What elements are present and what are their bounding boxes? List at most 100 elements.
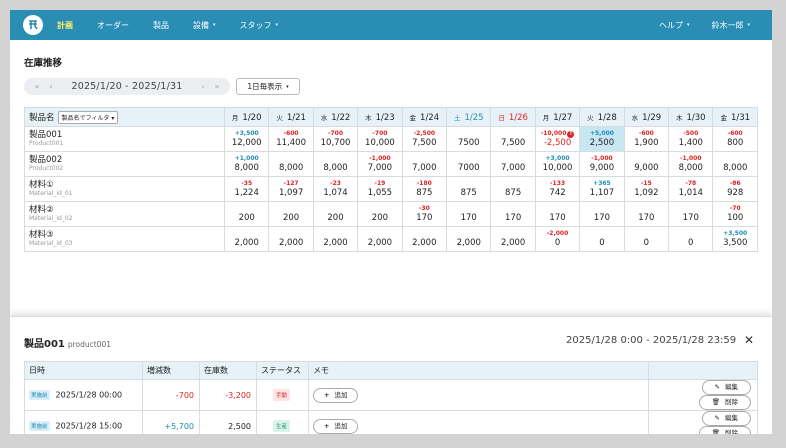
logo-icon[interactable]	[23, 15, 43, 35]
stock-cell[interactable]: -600 1,900	[623, 126, 670, 152]
stock-cell[interactable]: 170	[623, 201, 670, 227]
stock-cell[interactable]: +5,000 2,500	[579, 126, 625, 152]
add-memo-button[interactable]: + 追加	[313, 387, 359, 403]
stock-cell[interactable]: 200	[268, 201, 314, 227]
stock-cell[interactable]: 2,000	[357, 226, 403, 252]
stock-cell[interactable]: 9,000	[623, 151, 670, 177]
first-page-icon[interactable]: «	[30, 82, 44, 91]
stock-cell[interactable]: -2,500 7,500	[401, 126, 448, 152]
stock-cell[interactable]: 200	[223, 201, 270, 227]
inventory-header-row: 製品名 製品名でフィルタ ▾ 月 1/20 火 1/21 水 1/22 木 1/23 金 1/24 土…	[24, 107, 758, 127]
stock-cell[interactable]: +3,500 12,000	[223, 126, 270, 152]
day-column-header: 日 1/26	[490, 107, 536, 127]
stock-cell[interactable]: -86 928	[712, 176, 758, 202]
nav-equipment[interactable]: 設備 ▾	[193, 20, 216, 31]
nav-product[interactable]: 製品	[153, 20, 169, 31]
stock-cell[interactable]: 0	[623, 226, 670, 252]
nav-help[interactable]: ヘルプ ▾	[659, 20, 690, 31]
pencil-icon: ✎	[714, 383, 720, 391]
stock-cell[interactable]: 7,000	[401, 151, 448, 177]
stock-cell[interactable]: 0	[668, 226, 714, 252]
stock-cell[interactable]: -1,000 8,000	[668, 151, 714, 177]
stock-cell[interactable]: -500 1,400	[668, 126, 714, 152]
stock-cell[interactable]: -23 1,074	[312, 176, 359, 202]
weekday-label: 水	[320, 113, 328, 122]
stock-cell[interactable]: -15 1,092	[623, 176, 670, 202]
stock-cell[interactable]: -2,000 0	[534, 226, 581, 252]
add-memo-button[interactable]: + 追加	[313, 418, 359, 434]
stock-cell[interactable]: -1,000 7,000	[357, 151, 403, 177]
stock-cell[interactable]: 875	[490, 176, 536, 202]
stock-cell[interactable]: 7000	[446, 151, 492, 177]
stock-cell[interactable]: -78 1,014	[668, 176, 714, 202]
stock-cell[interactable]: 8,000	[268, 151, 314, 177]
weekday-label: 木	[675, 113, 683, 122]
stock-cell[interactable]: -10,000! -2,500	[534, 126, 581, 152]
stock-cell[interactable]: -600 11,400	[268, 126, 314, 152]
stock-cell[interactable]: 2,000	[268, 226, 314, 252]
delta-text: -700	[328, 129, 344, 137]
day-column-header: 土 1/25	[446, 107, 492, 127]
stock-cell[interactable]: 2,000	[446, 226, 492, 252]
stock-cell[interactable]: -19 1,055	[357, 176, 403, 202]
top-nav: 計画 オーダー 製品 設備 ▾ スタッフ ▾ ヘルプ ▾ 鈴木一郎 ▾	[10, 10, 772, 40]
stock-cell[interactable]: 170	[534, 201, 581, 227]
stock-cell[interactable]: 170	[490, 201, 536, 227]
stock-cell[interactable]: 875	[446, 176, 492, 202]
stock-cell[interactable]: 2,000	[223, 226, 270, 252]
edit-button[interactable]: ✎ 編集	[701, 411, 751, 426]
edit-label: 編集	[725, 383, 738, 391]
stock-cell[interactable]: -30 170	[401, 201, 448, 227]
product-filter-select[interactable]: 製品名でフィルタ ▾	[57, 110, 119, 124]
day-column-header: 火 1/28	[579, 107, 625, 127]
stock-cell[interactable]: +365 1,107	[579, 176, 625, 202]
edit-label: 編集	[725, 414, 738, 422]
stock-cell[interactable]: 170	[579, 201, 625, 227]
nav-staff[interactable]: スタッフ ▾	[240, 20, 279, 31]
delete-button[interactable]: 🗑 削除	[698, 395, 751, 410]
stock-cell[interactable]: 7500	[446, 126, 492, 152]
interval-select[interactable]: 1日毎表示 ▾	[236, 78, 300, 95]
stock-cell[interactable]: 8,000	[312, 151, 359, 177]
delta-text: +5,700	[164, 421, 194, 431]
nav-order[interactable]: オーダー	[97, 20, 129, 31]
stock-cell[interactable]: -600 800	[712, 126, 758, 152]
stock-cell[interactable]: -700 10,700	[312, 126, 359, 152]
close-icon[interactable]: ✕	[744, 333, 754, 347]
stock-cell[interactable]: 7,000	[490, 151, 536, 177]
stock-cell[interactable]: -133 742	[534, 176, 581, 202]
status-cell: 手動	[256, 379, 309, 411]
delete-button[interactable]: 🗑 削除	[698, 426, 751, 434]
stock-cell[interactable]: 170	[446, 201, 492, 227]
edit-button[interactable]: ✎ 編集	[701, 380, 751, 395]
stock-cell[interactable]: -35 1,224	[223, 176, 270, 202]
stock-cell[interactable]: +1,000 8,000	[223, 151, 270, 177]
date-label: 1/26	[508, 112, 528, 123]
last-page-icon[interactable]: »	[210, 82, 224, 91]
stock-cell[interactable]: 200	[357, 201, 403, 227]
nav-plan[interactable]: 計画	[57, 20, 73, 31]
stock-cell[interactable]: 2,000	[490, 226, 536, 252]
stock-cell[interactable]: -127 1,097	[268, 176, 314, 202]
stock-cell[interactable]: -180 875	[401, 176, 448, 202]
prev-page-icon[interactable]: ‹	[44, 82, 58, 91]
stock-cell[interactable]: +3,500 3,500	[712, 226, 758, 252]
stock-cell[interactable]: 0	[579, 226, 625, 252]
stock-cell[interactable]: 2,000	[312, 226, 359, 252]
stock-cell[interactable]: +3,000 10,000	[534, 151, 581, 177]
item-code: Material_id_02	[29, 214, 73, 222]
delta-text: -30	[418, 204, 430, 212]
stock-cell[interactable]: 7,500	[490, 126, 536, 152]
stock-cell[interactable]: 8,000	[712, 151, 758, 177]
stock-cell[interactable]: 200	[312, 201, 359, 227]
stock-cell[interactable]: 170	[668, 201, 714, 227]
delta-text: -1,000	[369, 154, 391, 162]
table-row: 製品002 Product002 +1,000 8,000 8,000 8,000 -1,0…	[24, 151, 758, 177]
nav-user-menu[interactable]: 鈴木一郎 ▾	[711, 20, 750, 31]
stock-cell[interactable]: -70 100	[712, 201, 758, 227]
next-page-icon[interactable]: ›	[196, 82, 210, 91]
stock-cell[interactable]: 2,000	[401, 226, 448, 252]
stock-cell[interactable]: -1,000 9,000	[579, 151, 625, 177]
delta-text: -78	[685, 179, 697, 187]
stock-cell[interactable]: -700 10,000	[357, 126, 403, 152]
